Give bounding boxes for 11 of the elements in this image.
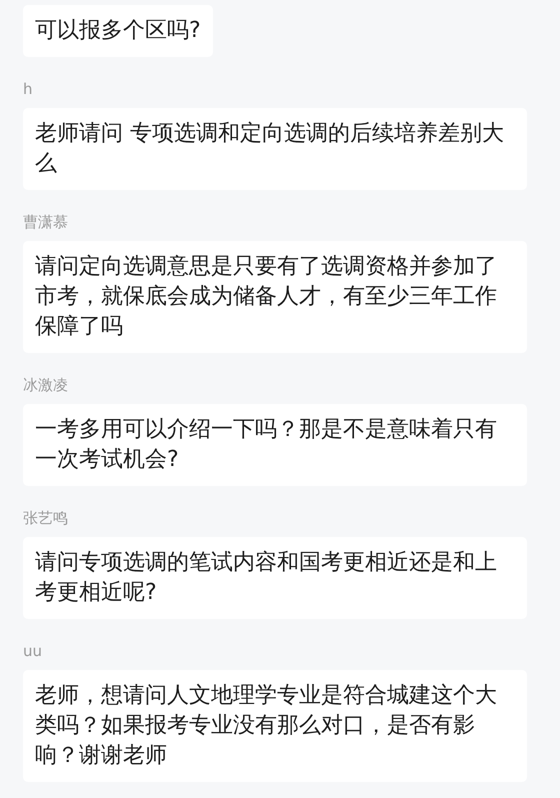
message-bubble: 请问专项选调的笔试内容和国考更相近还是和上考更相近呢?: [23, 537, 527, 619]
message-bubble: 可以报多个区吗?: [23, 5, 213, 57]
author-name: 张艺鸣: [23, 508, 68, 529]
message-bubble: 老师请问 专项选调和定向选调的后续培养差别大么: [23, 108, 527, 190]
message-bubble: 一考多用可以介绍一下吗？那是不是意味着只有一次考试机会?: [23, 404, 527, 486]
author-name: 曹潇慕: [23, 212, 68, 233]
author-name: 冰激凌: [23, 375, 68, 396]
message-bubble: 请问定向选调意思是只要有了选调资格并参加了市考，就保底会成为储备人才，有至少三年工作保障了吗: [23, 241, 527, 353]
author-name: uu: [23, 641, 42, 662]
message-bubble: 老师，想请问人文地理学专业是符合城建这个大类吗？如果报考专业没有那么对口，是否有影响？谢谢老师: [23, 670, 527, 782]
author-name: h: [23, 79, 33, 100]
